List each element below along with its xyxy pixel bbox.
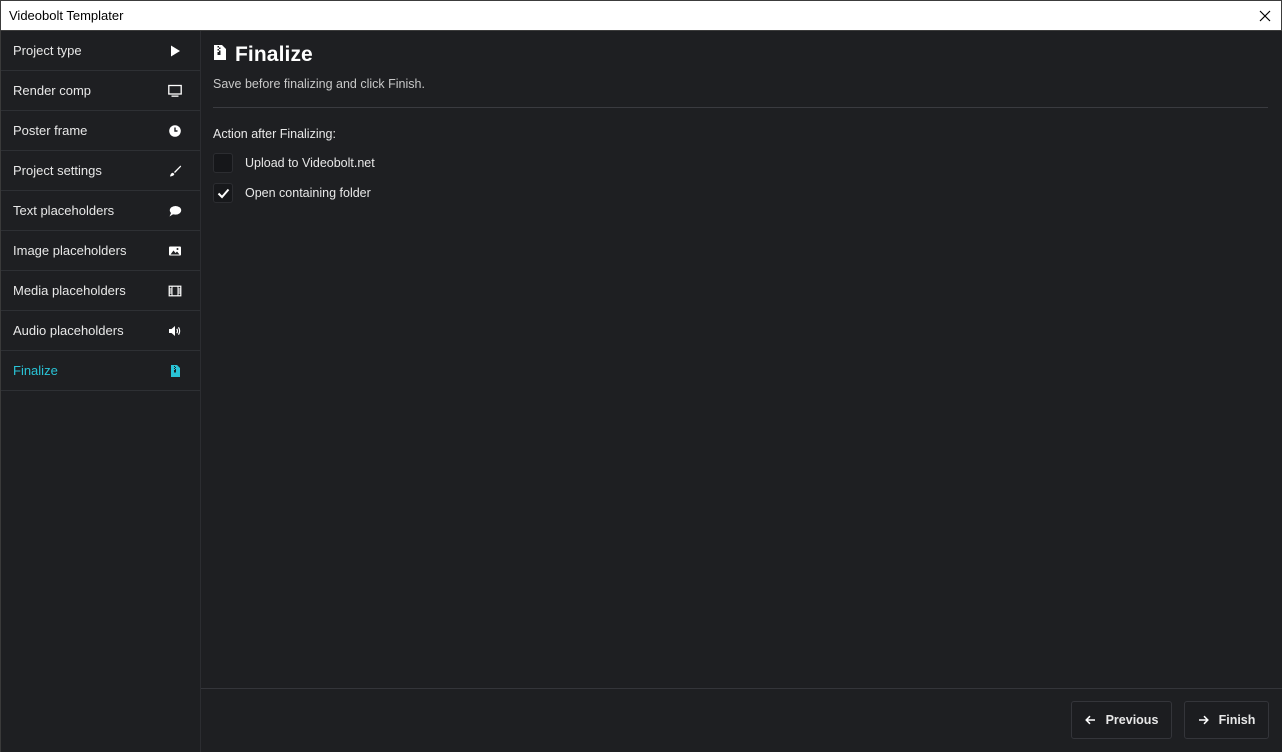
play-icon: [168, 44, 182, 58]
open-folder-option[interactable]: Open containing folder: [213, 183, 371, 203]
section-label: Action after Finalizing:: [213, 127, 336, 141]
film-icon: [168, 284, 182, 298]
sidebar-item-image-placeholders[interactable]: Image placeholders: [1, 231, 200, 271]
sidebar: Project type Render comp Poster frame Pr…: [0, 31, 201, 752]
close-button[interactable]: [1249, 1, 1281, 30]
sidebar-item-label: Poster frame: [13, 123, 88, 138]
upload-option-label: Upload to Videobolt.net: [245, 156, 375, 170]
sidebar-item-label: Audio placeholders: [13, 323, 124, 338]
sidebar-item-audio-placeholders[interactable]: Audio placeholders: [1, 311, 200, 351]
arrow-left-icon: [1084, 715, 1095, 725]
divider: [213, 107, 1268, 108]
finish-button[interactable]: Finish: [1184, 701, 1269, 739]
brush-icon: [168, 164, 182, 178]
sidebar-item-media-placeholders[interactable]: Media placeholders: [1, 271, 200, 311]
monitor-icon: [168, 84, 182, 98]
sidebar-item-label: Render comp: [13, 83, 92, 98]
arrow-right-icon: [1198, 715, 1209, 725]
page-header: Finalize: [213, 43, 313, 67]
sidebar-item-label: Media placeholders: [13, 283, 126, 298]
file-zip-icon: [213, 44, 227, 66]
previous-button[interactable]: Previous: [1071, 701, 1172, 739]
previous-button-label: Previous: [1105, 713, 1159, 727]
sidebar-item-label: Image placeholders: [13, 243, 127, 258]
clock-icon: [168, 124, 182, 138]
finish-button-label: Finish: [1218, 713, 1256, 727]
page-subtitle: Save before finalizing and click Finish.: [213, 77, 425, 91]
sidebar-item-render-comp[interactable]: Render comp: [1, 71, 200, 111]
checkmark-icon: [217, 188, 229, 198]
open-folder-checkbox[interactable]: [213, 183, 233, 203]
open-folder-option-label: Open containing folder: [245, 186, 371, 200]
title-bar: Videobolt Templater: [0, 0, 1282, 31]
sidebar-item-label: Text placeholders: [13, 203, 115, 218]
main-panel: Finalize Save before finalizing and clic…: [201, 31, 1282, 752]
sidebar-item-text-placeholders[interactable]: Text placeholders: [1, 191, 200, 231]
sidebar-item-label: Finalize: [13, 363, 58, 378]
sidebar-item-project-type[interactable]: Project type: [1, 31, 200, 71]
image-icon: [168, 244, 182, 258]
upload-option[interactable]: Upload to Videobolt.net: [213, 153, 375, 173]
sidebar-item-finalize[interactable]: Finalize: [1, 351, 200, 391]
footer-divider: [201, 688, 1282, 689]
sidebar-item-project-settings[interactable]: Project settings: [1, 151, 200, 191]
page-title: Finalize: [235, 43, 313, 66]
sidebar-item-label: Project type: [13, 43, 82, 58]
window-title: Videobolt Templater: [9, 8, 124, 23]
sidebar-item-poster-frame[interactable]: Poster frame: [1, 111, 200, 151]
upload-checkbox[interactable]: [213, 153, 233, 173]
sidebar-item-label: Project settings: [13, 163, 102, 178]
file-zip-icon: [168, 364, 182, 378]
close-icon: [1259, 10, 1271, 21]
speech-bubble-icon: [168, 204, 182, 218]
speaker-icon: [168, 324, 182, 338]
